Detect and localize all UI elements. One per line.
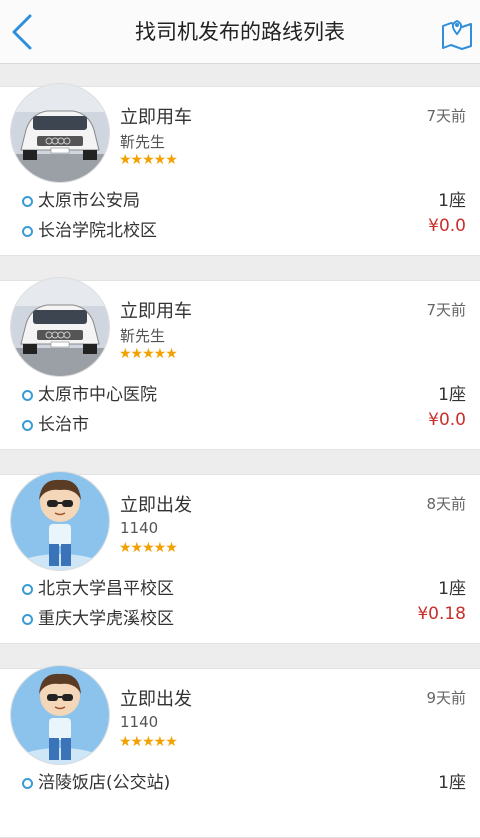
map-location-icon	[442, 19, 472, 50]
route-card[interactable]: 立即出发 1140 ★★★★★ 8天前 北京大学昌平校区 1座 重庆大学虎溪校区…	[0, 471, 480, 644]
post-time: 7天前	[426, 107, 466, 125]
price: ¥0.0	[428, 216, 466, 236]
location-dot-icon	[22, 584, 33, 595]
trip-status: 立即出发	[120, 689, 192, 710]
location-dot-icon	[22, 390, 33, 401]
driver-name: 靳先生	[120, 327, 166, 345]
price: ¥0.18	[417, 604, 466, 624]
destination-text: 长治学院北校区	[38, 221, 157, 241]
map-button[interactable]	[440, 14, 474, 50]
page-title: 找司机发布的路线列表	[135, 20, 345, 44]
route-card[interactable]: 立即出发 1140 ★★★★★ 9天前 涪陵饭店(公交站) 1座	[0, 665, 480, 838]
route-card[interactable]: 立即用车 靳先生 ★★★★★ 7天前 太原市中心医院 1座 长治市 ¥0.0	[0, 277, 480, 450]
origin-row: 太原市公安局 1座	[22, 186, 466, 214]
destination-text: 重庆大学虎溪校区	[38, 609, 174, 629]
avatar	[10, 471, 110, 571]
destination-text: 长治市	[38, 415, 89, 435]
destination-row: 长治市 ¥0.0	[22, 410, 466, 438]
price: ¥0.0	[428, 410, 466, 430]
seat-count: 1座	[438, 579, 466, 599]
origin-text: 太原市公安局	[38, 191, 140, 211]
avatar	[10, 277, 110, 377]
location-dot-icon	[22, 196, 33, 207]
trip-status: 立即用车	[120, 301, 192, 322]
location-dot-icon	[22, 420, 33, 431]
car-photo	[11, 84, 109, 182]
origin-text: 北京大学昌平校区	[38, 579, 174, 599]
rating-stars: ★★★★★	[119, 734, 178, 750]
destination-row: 长治学院北校区 ¥0.0	[22, 216, 466, 244]
post-time: 7天前	[426, 301, 466, 319]
post-time: 8天前	[426, 495, 466, 513]
driver-name: 1140	[120, 519, 159, 537]
location-dot-icon	[22, 614, 33, 625]
destination-row: 重庆大学虎溪校区 ¥0.18	[22, 604, 466, 632]
seat-count: 1座	[438, 773, 466, 793]
seat-count: 1座	[438, 385, 466, 405]
trip-status: 立即出发	[120, 495, 192, 516]
origin-text: 太原市中心医院	[38, 385, 157, 405]
rating-stars: ★★★★★	[119, 152, 178, 168]
avatar	[10, 665, 110, 765]
top-bar: 找司机发布的路线列表	[0, 0, 480, 64]
cartoon-boy	[11, 666, 109, 764]
origin-row: 涪陵饭店(公交站) 1座	[22, 768, 466, 796]
trip-status: 立即用车	[120, 107, 192, 128]
origin-row: 北京大学昌平校区 1座	[22, 574, 466, 602]
cartoon-boy	[11, 472, 109, 570]
location-dot-icon	[22, 778, 33, 789]
car-photo	[11, 278, 109, 376]
driver-name: 1140	[120, 713, 159, 731]
rating-stars: ★★★★★	[119, 540, 178, 556]
route-list: 立即用车 靳先生 ★★★★★ 7天前 太原市公安局 1座 长治学院北校区 ¥0.…	[0, 64, 480, 838]
route-card[interactable]: 立即用车 靳先生 ★★★★★ 7天前 太原市公安局 1座 长治学院北校区 ¥0.…	[0, 83, 480, 256]
post-time: 9天前	[426, 689, 466, 707]
avatar	[10, 83, 110, 183]
location-dot-icon	[22, 226, 33, 237]
origin-row: 太原市中心医院 1座	[22, 380, 466, 408]
origin-text: 涪陵饭店(公交站)	[38, 773, 171, 793]
rating-stars: ★★★★★	[119, 346, 178, 362]
driver-name: 靳先生	[120, 133, 166, 151]
seat-count: 1座	[438, 191, 466, 211]
